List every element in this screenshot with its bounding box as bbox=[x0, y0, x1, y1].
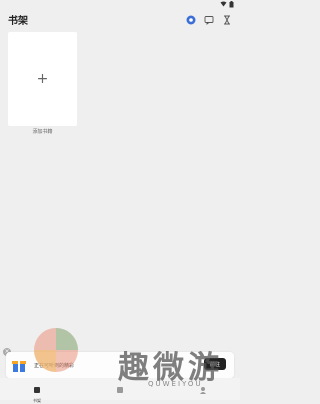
nav-item-profile[interactable] bbox=[188, 379, 218, 398]
sort-button[interactable] bbox=[221, 14, 232, 25]
hourglass-icon bbox=[223, 15, 230, 24]
bookshelf-icon bbox=[34, 387, 40, 393]
ad-text: 正在可听到的精彩 bbox=[34, 363, 75, 369]
nav-item-bookshelf[interactable]: 书架 bbox=[22, 379, 52, 404]
status-icons bbox=[220, 0, 234, 8]
gift-icon bbox=[12, 361, 26, 372]
ai-assistant-icon bbox=[186, 15, 195, 24]
plus-icon: + bbox=[36, 71, 49, 87]
nav-item-discover[interactable] bbox=[105, 379, 135, 398]
message-button[interactable] bbox=[203, 14, 214, 25]
discover-icon bbox=[117, 387, 123, 393]
status-bar bbox=[0, 0, 240, 8]
wifi-icon bbox=[220, 1, 227, 7]
ai-assistant-button[interactable] bbox=[185, 14, 196, 25]
page-title: 书架 bbox=[8, 16, 28, 27]
bottom-nav: 书架 bbox=[0, 378, 240, 403]
app-header: 书架 bbox=[0, 8, 240, 30]
message-icon bbox=[204, 15, 213, 25]
profile-icon bbox=[200, 387, 206, 394]
ad-banner[interactable]: 正在可听到的精彩 前往 bbox=[6, 352, 234, 378]
ad-cta-button[interactable]: 前往 bbox=[204, 358, 226, 370]
battery-icon bbox=[229, 0, 234, 7]
header-actions bbox=[185, 14, 232, 25]
add-book-card[interactable]: + bbox=[8, 32, 77, 126]
nav-label-bookshelf: 书架 bbox=[33, 398, 41, 403]
add-book-label: 添加书籍 bbox=[32, 129, 53, 135]
